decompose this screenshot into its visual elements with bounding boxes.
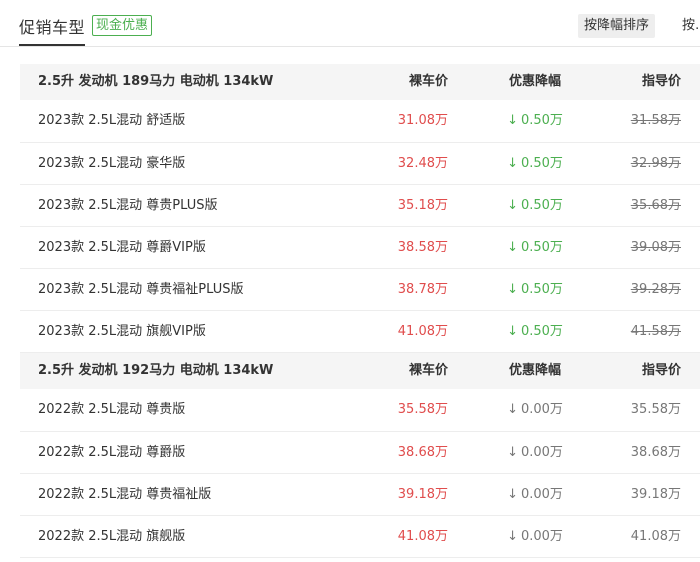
discount-cell: ↓ 0.50万 bbox=[490, 269, 580, 310]
table-row[interactable]: 2022款 2.5L混动 尊贵福祉版 39.18万 ↓ 0.00万 39.18万 bbox=[20, 474, 700, 516]
model-name[interactable]: 2022款 2.5L混动 尊贵版 bbox=[38, 389, 185, 431]
guide-price: 39.08万 bbox=[630, 240, 681, 255]
down-arrow-icon: ↓ bbox=[507, 529, 518, 544]
bare-car-price: 41.08万 bbox=[397, 529, 448, 544]
guide-price: 41.58万 bbox=[630, 324, 681, 339]
model-name[interactable]: 2023款 2.5L混动 豪华版 bbox=[38, 143, 185, 184]
bare-car-price: 38.68万 bbox=[397, 445, 448, 460]
guide-price: 35.68万 bbox=[630, 198, 681, 213]
discount-value: 0.50万 bbox=[520, 282, 563, 297]
discount-value: 0.50万 bbox=[520, 324, 563, 339]
down-arrow-icon: ↓ bbox=[507, 198, 518, 213]
bare-car-price: 38.78万 bbox=[397, 282, 448, 297]
down-arrow-icon: ↓ bbox=[507, 156, 518, 171]
model-name[interactable]: 2023款 2.5L混动 舒适版 bbox=[38, 100, 185, 142]
down-arrow-icon: ↓ bbox=[507, 445, 518, 460]
model-name[interactable]: 2022款 2.5L混动 旗舰版 bbox=[38, 516, 185, 557]
table-row[interactable]: 2023款 2.5L混动 舒适版 31.08万 ↓ 0.50万 31.58万 bbox=[20, 100, 700, 143]
group-title: 2.5升 发动机 189马力 电动机 134kW bbox=[38, 74, 274, 89]
model-name[interactable]: 2023款 2.5L混动 尊贵福祉PLUS版 bbox=[38, 269, 243, 310]
guide-price: 41.08万 bbox=[630, 529, 681, 544]
discount-value: 0.00万 bbox=[520, 487, 563, 502]
bare-car-price: 38.58万 bbox=[397, 240, 448, 255]
down-arrow-icon: ↓ bbox=[507, 282, 518, 297]
discount-value: 0.50万 bbox=[520, 198, 563, 213]
down-arrow-icon: ↓ bbox=[507, 487, 518, 502]
model-name[interactable]: 2023款 2.5L混动 尊爵VIP版 bbox=[38, 227, 206, 268]
bare-car-price: 31.08万 bbox=[397, 113, 448, 128]
sort-by-discount-button[interactable]: 按降幅排序 bbox=[578, 14, 656, 38]
discount-value: 0.00万 bbox=[520, 529, 563, 544]
table-row[interactable]: 2023款 2.5L混动 尊贵PLUS版 35.18万 ↓ 0.50万 35.68万 bbox=[20, 185, 700, 227]
discount-cell: ↓ 0.00万 bbox=[490, 516, 580, 557]
column-header-price: 裸车价 bbox=[408, 74, 448, 89]
discount-cell: ↓ 0.00万 bbox=[490, 432, 580, 473]
discount-cell: ↓ 0.50万 bbox=[490, 143, 580, 184]
table-row[interactable]: 2022款 2.5L混动 尊贵版 35.58万 ↓ 0.00万 35.58万 bbox=[20, 389, 700, 432]
column-header-guide: 指导价 bbox=[641, 74, 681, 89]
bare-car-price: 39.18万 bbox=[397, 487, 448, 502]
table-row[interactable]: 2022款 2.5L混动 尊爵版 38.68万 ↓ 0.00万 38.68万 bbox=[20, 432, 700, 474]
table-row[interactable]: 2023款 2.5L混动 旗舰VIP版 41.08万 ↓ 0.50万 41.58万 bbox=[20, 311, 700, 353]
guide-price: 31.58万 bbox=[630, 113, 681, 128]
discount-cell: ↓ 0.00万 bbox=[490, 389, 580, 431]
column-header-guide: 指导价 bbox=[641, 363, 681, 378]
discount-value: 0.00万 bbox=[520, 402, 563, 417]
column-header-discount: 优惠降幅 bbox=[508, 363, 561, 378]
discount-cell: ↓ 0.50万 bbox=[490, 100, 580, 142]
guide-price: 39.18万 bbox=[630, 487, 681, 502]
guide-price: 39.28万 bbox=[630, 282, 681, 297]
table-row[interactable]: 2023款 2.5L混动 尊贵福祉PLUS版 38.78万 ↓ 0.50万 39.28万 bbox=[20, 269, 700, 311]
guide-price: 35.58万 bbox=[630, 402, 681, 417]
engine-group-header: 2.5升 发动机 189马力 电动机 134kW 裸车价 优惠降幅 指导价 bbox=[20, 64, 700, 100]
model-name[interactable]: 2022款 2.5L混动 尊贵福祉版 bbox=[38, 474, 211, 515]
discount-cell: ↓ 0.50万 bbox=[490, 311, 580, 352]
guide-price: 32.98万 bbox=[630, 156, 681, 171]
bare-car-price: 32.48万 bbox=[397, 156, 448, 171]
tab-promo-models[interactable]: 促销车型 bbox=[19, 14, 85, 38]
discount-value: 0.00万 bbox=[520, 445, 563, 460]
down-arrow-icon: ↓ bbox=[507, 113, 518, 128]
discount-value: 0.50万 bbox=[520, 156, 563, 171]
header-divider bbox=[0, 46, 700, 47]
bare-car-price: 35.58万 bbox=[397, 402, 448, 417]
down-arrow-icon: ↓ bbox=[507, 240, 518, 255]
bare-car-price: 41.08万 bbox=[397, 324, 448, 339]
guide-price: 38.68万 bbox=[630, 445, 681, 460]
table-row[interactable]: 2022款 2.5L混动 旗舰版 41.08万 ↓ 0.00万 41.08万 bbox=[20, 516, 700, 558]
promo-model-table: 2.5升 发动机 189马力 电动机 134kW 裸车价 优惠降幅 指导价 2023款 … bbox=[20, 64, 700, 558]
discount-value: 0.50万 bbox=[520, 113, 563, 128]
table-row[interactable]: 2023款 2.5L混动 豪华版 32.48万 ↓ 0.50万 32.98万 bbox=[20, 143, 700, 185]
model-name[interactable]: 2022款 2.5L混动 尊爵版 bbox=[38, 432, 185, 473]
down-arrow-icon: ↓ bbox=[507, 324, 518, 339]
discount-cell: ↓ 0.50万 bbox=[490, 185, 580, 226]
cash-discount-badge[interactable]: 现金优惠 bbox=[92, 15, 153, 36]
down-arrow-icon: ↓ bbox=[507, 402, 518, 417]
promo-header: 促销车型 现金优惠 按降幅排序 按… bbox=[0, 0, 700, 46]
model-name[interactable]: 2023款 2.5L混动 旗舰VIP版 bbox=[38, 311, 206, 352]
model-name[interactable]: 2023款 2.5L混动 尊贵PLUS版 bbox=[38, 185, 217, 226]
discount-cell: ↓ 0.50万 bbox=[490, 227, 580, 268]
table-row[interactable]: 2023款 2.5L混动 尊爵VIP版 38.58万 ↓ 0.50万 39.08万 bbox=[20, 227, 700, 269]
column-header-discount: 优惠降幅 bbox=[508, 74, 561, 89]
group-title: 2.5升 发动机 192马力 电动机 134kW bbox=[38, 363, 274, 378]
engine-group-header: 2.5升 发动机 192马力 电动机 134kW 裸车价 优惠降幅 指导价 bbox=[20, 353, 700, 389]
bare-car-price: 35.18万 bbox=[397, 198, 448, 213]
sort-other-button[interactable]: 按… bbox=[676, 14, 700, 38]
discount-value: 0.50万 bbox=[520, 240, 563, 255]
discount-cell: ↓ 0.00万 bbox=[490, 474, 580, 515]
column-header-price: 裸车价 bbox=[408, 363, 448, 378]
